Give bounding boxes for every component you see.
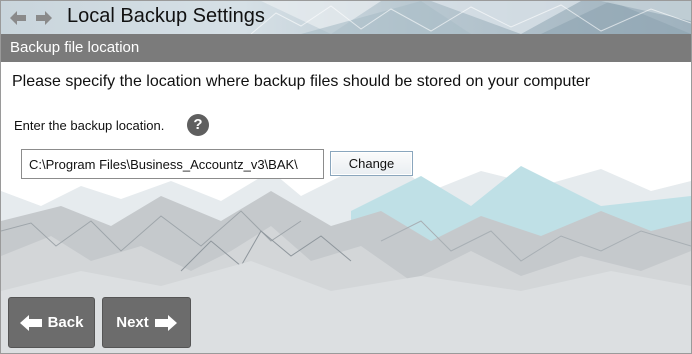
help-icon[interactable]: ? (187, 114, 209, 136)
instruction-text: Please specify the location where backup… (12, 73, 591, 90)
back-button[interactable]: Back (8, 297, 95, 348)
arrow-left-icon (19, 314, 42, 331)
next-button-label: Next (116, 314, 149, 331)
arrow-right-icon (154, 314, 177, 331)
back-button-label: Back (47, 314, 84, 331)
section-header: Backup file location (1, 34, 691, 62)
next-button[interactable]: Next (102, 297, 191, 348)
arrow-right-icon[interactable] (36, 11, 52, 25)
change-button[interactable]: Change (330, 151, 413, 176)
backup-location-label: Enter the backup location. (14, 118, 165, 133)
backup-location-field[interactable] (21, 149, 324, 179)
arrow-left-icon[interactable] (10, 11, 26, 25)
section-title: Backup file location (10, 39, 140, 56)
window-title: Local Backup Settings (67, 5, 265, 27)
title-bar: Local Backup Settings (1, 1, 691, 34)
backup-settings-window: Local Backup Settings Backup file locati… (0, 0, 692, 354)
